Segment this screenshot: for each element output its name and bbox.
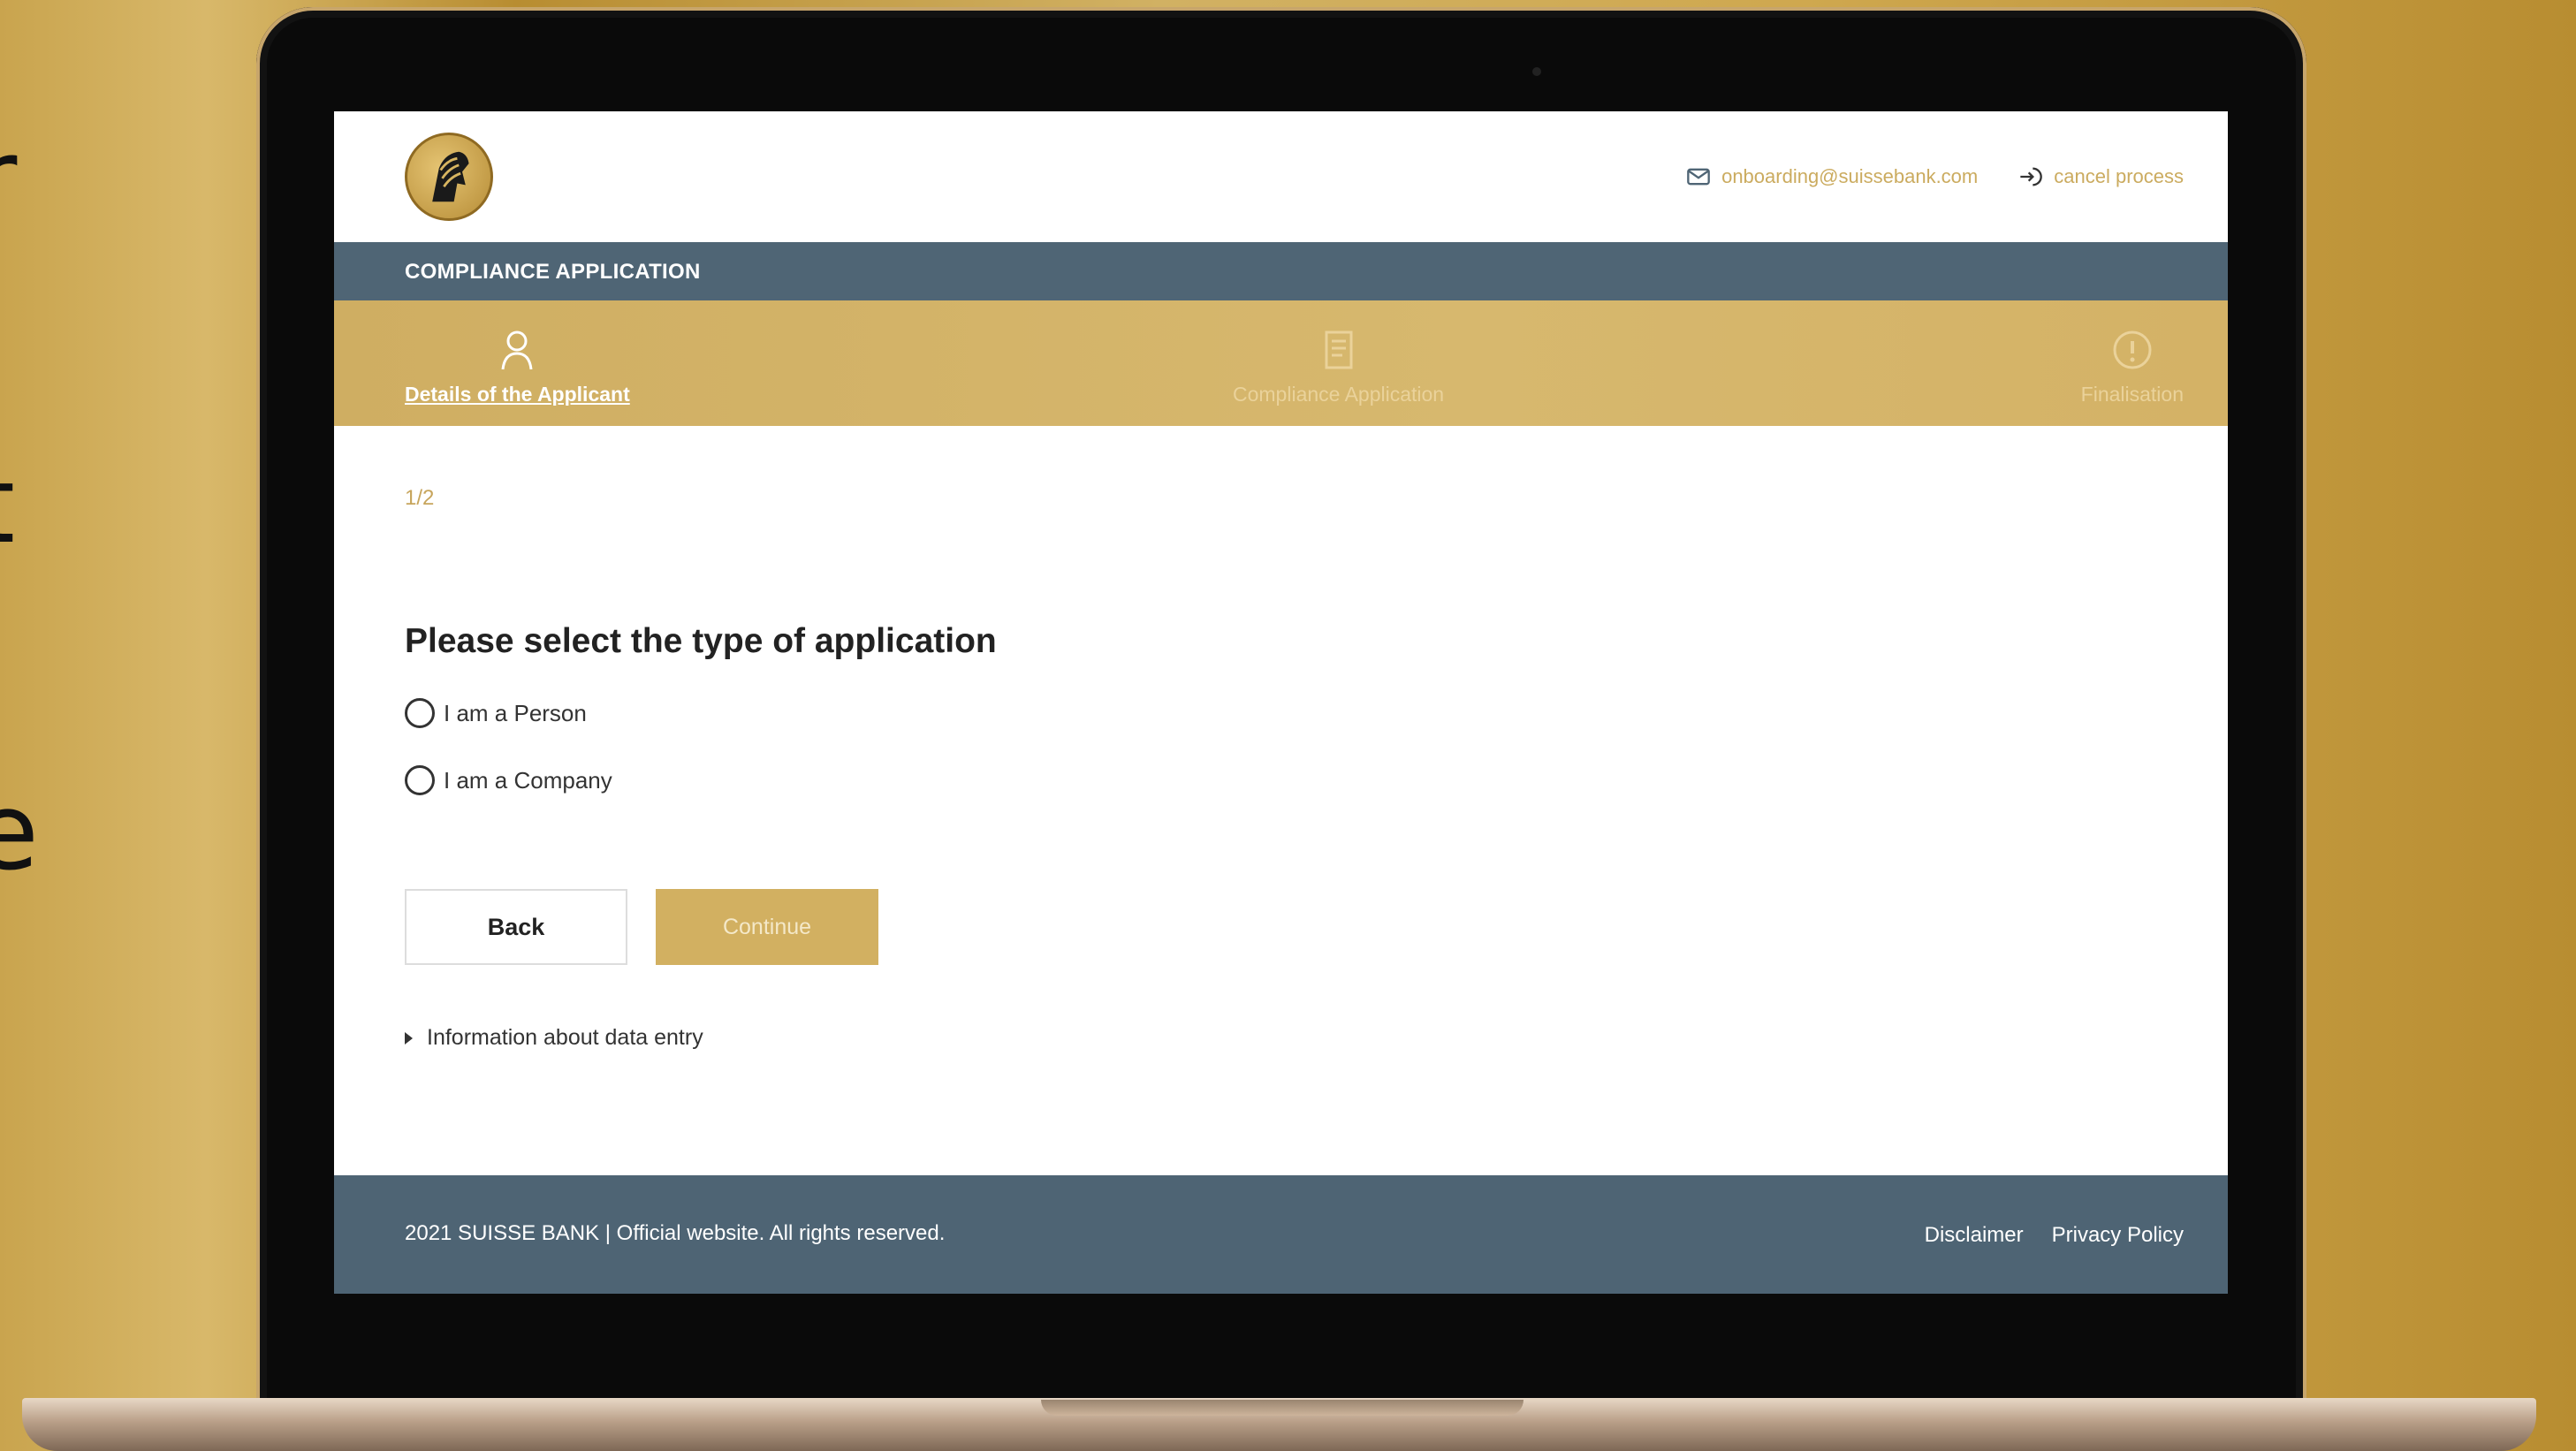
step-finalisation[interactable]: Finalisation: [2081, 327, 2184, 406]
site-footer: 2021 SUISSE BANK | Official website. All…: [334, 1175, 2228, 1294]
caret-right-icon: [405, 1031, 413, 1045]
horse-head-logo-icon[interactable]: [405, 133, 493, 221]
option-company[interactable]: I am a Company: [405, 765, 612, 795]
cancel-process-label: cancel process: [2054, 165, 2184, 187]
background-side-text: r . t e: [0, 97, 62, 915]
form-question: Please select the type of application: [405, 622, 997, 660]
side-letter: e: [0, 771, 39, 894]
section-titlebar: COMPLIANCE APPLICATION: [334, 242, 2228, 300]
footer-links: Disclaimer Privacy Policy: [1925, 1223, 2184, 1248]
information-toggle[interactable]: Information about data entry: [405, 1025, 703, 1051]
info-icon: [2113, 330, 2152, 369]
side-letter: r: [0, 97, 62, 261]
side-letter: .: [0, 261, 62, 424]
option-label: I am a Company: [444, 766, 612, 794]
disclaimer-link[interactable]: Disclaimer: [1925, 1223, 2024, 1248]
form-progress: 1/2: [405, 486, 435, 510]
progress-steps: Details of the Applicant Compliance Appl…: [334, 300, 2228, 426]
radio-button-person[interactable]: [405, 698, 435, 728]
site-header: onboarding@suissebank.com cancel process: [334, 111, 2228, 242]
side-letter: t: [0, 424, 62, 588]
step-label: Compliance Application: [1233, 383, 1445, 406]
side-letter: [0, 588, 62, 751]
exit-icon: [2020, 167, 2043, 186]
webcam: [1532, 67, 1541, 76]
step-label: Finalisation: [2080, 383, 2184, 406]
option-label: I am a Person: [444, 699, 587, 726]
header-links: onboarding@suissebank.com cancel process: [1686, 164, 2184, 189]
back-button[interactable]: Back: [405, 889, 627, 965]
cancel-process-link[interactable]: cancel process: [2018, 164, 2184, 189]
step-compliance-application[interactable]: Compliance Application: [1233, 327, 1444, 406]
copyright-text: 2021 SUISSE BANK | Official website. All…: [405, 1221, 946, 1245]
email-address: onboarding@suissebank.com: [1721, 165, 1979, 187]
browser-screen: onboarding@suissebank.com cancel process…: [334, 111, 2228, 1294]
information-toggle-label: Information about data entry: [427, 1025, 703, 1050]
page-title: COMPLIANCE APPLICATION: [405, 260, 701, 284]
continue-button[interactable]: Continue: [656, 889, 878, 965]
option-person[interactable]: I am a Person: [405, 698, 587, 728]
email-link[interactable]: onboarding@suissebank.com: [1686, 164, 1978, 189]
step-label: Details of the Applicant: [405, 383, 630, 406]
radio-button-company[interactable]: [405, 765, 435, 795]
person-icon: [501, 330, 533, 370]
envelope-icon: [1687, 168, 1710, 186]
privacy-policy-link[interactable]: Privacy Policy: [2052, 1223, 2184, 1248]
document-icon: [1325, 330, 1353, 369]
step-details-of-applicant[interactable]: Details of the Applicant: [405, 327, 630, 406]
laptop-notch: [1041, 1400, 1524, 1416]
